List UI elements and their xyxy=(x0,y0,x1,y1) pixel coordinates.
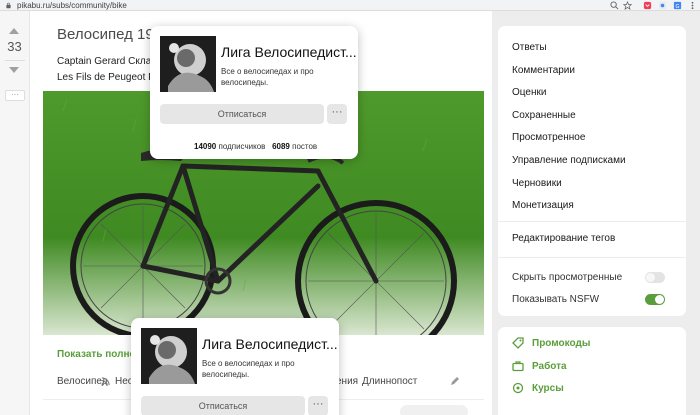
community-avatar-secondary[interactable] xyxy=(141,328,197,384)
sidebar-item-subscriptions[interactable]: Управление подписками xyxy=(512,155,626,166)
posts-count: 6089 xyxy=(272,142,290,151)
community-popup: Лига Велосипедист... Все о велосипедах и… xyxy=(150,26,358,159)
tag-icon xyxy=(512,337,524,349)
pencil-icon[interactable] xyxy=(450,376,460,386)
sidebar-item-ratings[interactable]: Оценки xyxy=(512,87,546,98)
sidebar-item-viewed[interactable]: Просмотренное xyxy=(512,132,585,143)
footer-action-button[interactable] xyxy=(400,405,468,415)
community-avatar[interactable] xyxy=(160,36,216,92)
tag-bicycle[interactable]: Велосипед xyxy=(57,376,108,387)
zoom-icon[interactable] xyxy=(610,1,619,10)
rss-icon[interactable] xyxy=(101,377,110,386)
show-nsfw-toggle[interactable] xyxy=(645,294,665,305)
community-popup-secondary: Лига Велосипедист... Все о велосипедах и… xyxy=(131,318,339,415)
subscribers-label: подписчиков xyxy=(218,142,266,151)
vote-divider xyxy=(5,60,25,61)
sidebar-item-saved[interactable]: Сохраненные xyxy=(512,110,576,121)
sidebar-divider xyxy=(498,221,686,222)
show-nsfw-label: Показывать NSFW xyxy=(512,294,600,305)
more-options-button[interactable]: ··· xyxy=(327,104,347,124)
hide-viewed-toggle[interactable] xyxy=(645,272,665,283)
sidebar-item-monetization[interactable]: Монетизация xyxy=(512,200,574,211)
svg-text:G: G xyxy=(675,4,679,10)
posts-label: постов xyxy=(292,142,318,151)
vote-menu-button[interactable]: ··· xyxy=(5,90,25,101)
community-avatar-secondary-image xyxy=(141,328,197,384)
lock-icon[interactable] xyxy=(5,2,12,9)
community-stats: 14090 подписчиков 6089 постов xyxy=(194,142,317,151)
promocodes-link[interactable]: Промокоды xyxy=(532,338,590,349)
pocket-icon[interactable] xyxy=(643,1,652,10)
browser-toolbar: pikabu.ru/subs/community/bike G xyxy=(0,0,700,11)
unsubscribe-button-secondary[interactable]: Отписаться xyxy=(141,396,305,415)
menu-icon[interactable] xyxy=(688,1,697,10)
hide-viewed-label: Скрыть просмотренные xyxy=(512,272,623,283)
sidebar-item-comments[interactable]: Комментарии xyxy=(512,65,575,76)
translate-icon[interactable]: G xyxy=(673,1,682,10)
star-icon[interactable] xyxy=(623,1,632,10)
community-name[interactable]: Лига Велосипедист... xyxy=(221,44,357,60)
sidebar-divider xyxy=(498,257,686,258)
unsubscribe-button[interactable]: Отписаться xyxy=(160,104,324,124)
sidebar-item-drafts[interactable]: Черновики xyxy=(512,178,562,189)
work-link[interactable]: Работа xyxy=(532,361,567,372)
sidebar-item-answers[interactable]: Ответы xyxy=(512,42,547,53)
more-options-button-secondary[interactable]: ··· xyxy=(308,396,328,415)
tag-partial[interactable]: ения xyxy=(336,376,358,387)
courses-icon xyxy=(512,382,524,394)
community-name-secondary[interactable]: Лига Велосипедист... xyxy=(202,336,338,352)
tag-long-post[interactable]: Длиннопост xyxy=(362,376,417,387)
community-description-secondary: Все о велосипедах и про велосипеды. xyxy=(202,359,295,379)
briefcase-icon xyxy=(512,361,524,372)
subscribers-count: 14090 xyxy=(194,142,217,151)
community-description: Все о велосипедах и про велосипеды. xyxy=(221,67,314,87)
vote-count: 33 xyxy=(7,39,22,54)
vote-down-arrow-icon[interactable] xyxy=(9,67,19,73)
courses-link[interactable]: Курсы xyxy=(532,383,564,394)
vote-up-arrow-icon[interactable] xyxy=(9,28,19,34)
community-avatar-image xyxy=(160,36,216,92)
links-card xyxy=(498,327,686,415)
sidebar-item-edit-tags[interactable]: Редактирование тегов xyxy=(512,233,615,244)
post-text-line-1: Captain Gerard Складн xyxy=(57,56,163,67)
address-bar[interactable]: pikabu.ru/subs/community/bike xyxy=(17,0,127,11)
extension-icon[interactable] xyxy=(658,1,667,10)
